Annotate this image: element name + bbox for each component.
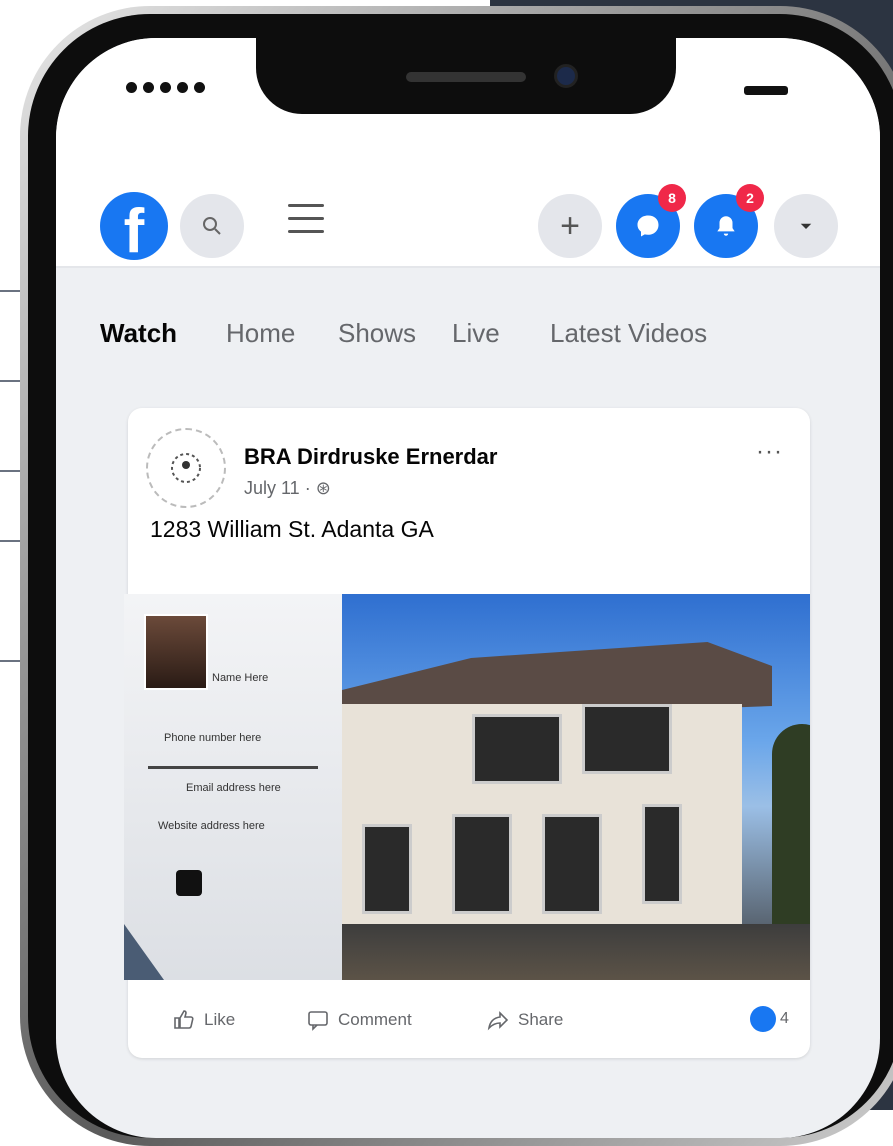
like-button[interactable]: Like [172,1008,235,1032]
reaction-count: 4 [780,1010,789,1027]
flyer-divider [148,766,318,769]
speaker-icon [406,72,526,82]
post-date[interactable]: July 11 · ⊛ [244,478,331,499]
facebook-logo[interactable]: f [100,192,168,260]
house-window [542,814,602,914]
reaction-summary[interactable]: 4 [750,1006,789,1032]
brokerage-logo-icon [176,870,202,896]
house-window [642,804,682,904]
like-label: Like [204,1010,236,1029]
camera-icon [554,64,578,88]
notifications-badge: 2 [736,184,764,212]
tab-latest-videos[interactable]: Latest Videos [550,318,707,349]
menu-button[interactable] [288,204,324,248]
messenger-badge: 8 [658,184,686,212]
thumbs-up-icon [174,1010,194,1029]
share-label: Share [518,1010,564,1029]
battery-icon [744,86,788,95]
search-icon [203,217,221,235]
post-actions: Like Comment Share 4 [128,994,810,1044]
messenger-button[interactable]: 8 [616,184,686,258]
watch-tabs: Watch Home Shows Live Latest Videos [56,268,880,368]
house-window [362,824,412,914]
comment-button[interactable]: Comment [306,1008,412,1032]
facebook-top-bar: f + 8 2 [56,150,880,268]
search-button[interactable] [180,194,244,258]
flyer-line-3: Website address here [158,820,265,832]
signal-icon [126,82,205,93]
notch [256,38,676,114]
agent-flyer: Name Here Phone number here Email addres… [124,594,342,980]
house-window [452,814,512,914]
create-button[interactable]: + [538,194,602,258]
comment-icon [308,1011,328,1031]
phone-screen: f + 8 2 Watch Home Shows Live Latest Vid… [56,38,880,1138]
tab-shows[interactable]: Shows [338,318,416,349]
post-text: 1283 William St. Adanta GA [150,516,434,542]
logo-icon [171,453,201,483]
agent-photo [144,614,208,690]
post-card: BRA Dirdruske Ernerdar July 11 · ⊛ ··· 1… [124,408,810,1058]
page-name[interactable]: BRA Dirdruske Ernerdar [244,444,497,470]
house-window [472,714,562,784]
notifications-button[interactable]: 2 [694,184,764,258]
post-more-button[interactable]: ··· [756,438,783,466]
caret-down-icon [800,223,812,229]
flyer-line-2: Email address here [186,782,281,794]
share-icon [487,1011,509,1031]
tab-watch[interactable]: Watch [100,318,177,349]
house-photo [342,594,810,980]
flyer-corner-accent [124,924,164,980]
flyer-line-1: Phone number here [164,732,262,744]
account-menu-button[interactable] [774,194,838,258]
like-reaction-icon [750,1006,776,1032]
post-image[interactable]: Name Here Phone number here Email addres… [124,594,810,980]
comment-label: Comment [338,1010,412,1029]
tab-home[interactable]: Home [226,318,295,349]
pool [342,924,810,980]
hamburger-icon [288,204,324,207]
page-avatar[interactable] [146,428,226,508]
house-window [582,704,672,774]
status-bar [56,38,880,150]
agent-name: Name Here [212,672,269,684]
tab-live[interactable]: Live [452,318,500,349]
bell-icon [717,216,735,236]
messenger-icon [637,215,659,237]
share-button[interactable]: Share [486,1008,563,1032]
